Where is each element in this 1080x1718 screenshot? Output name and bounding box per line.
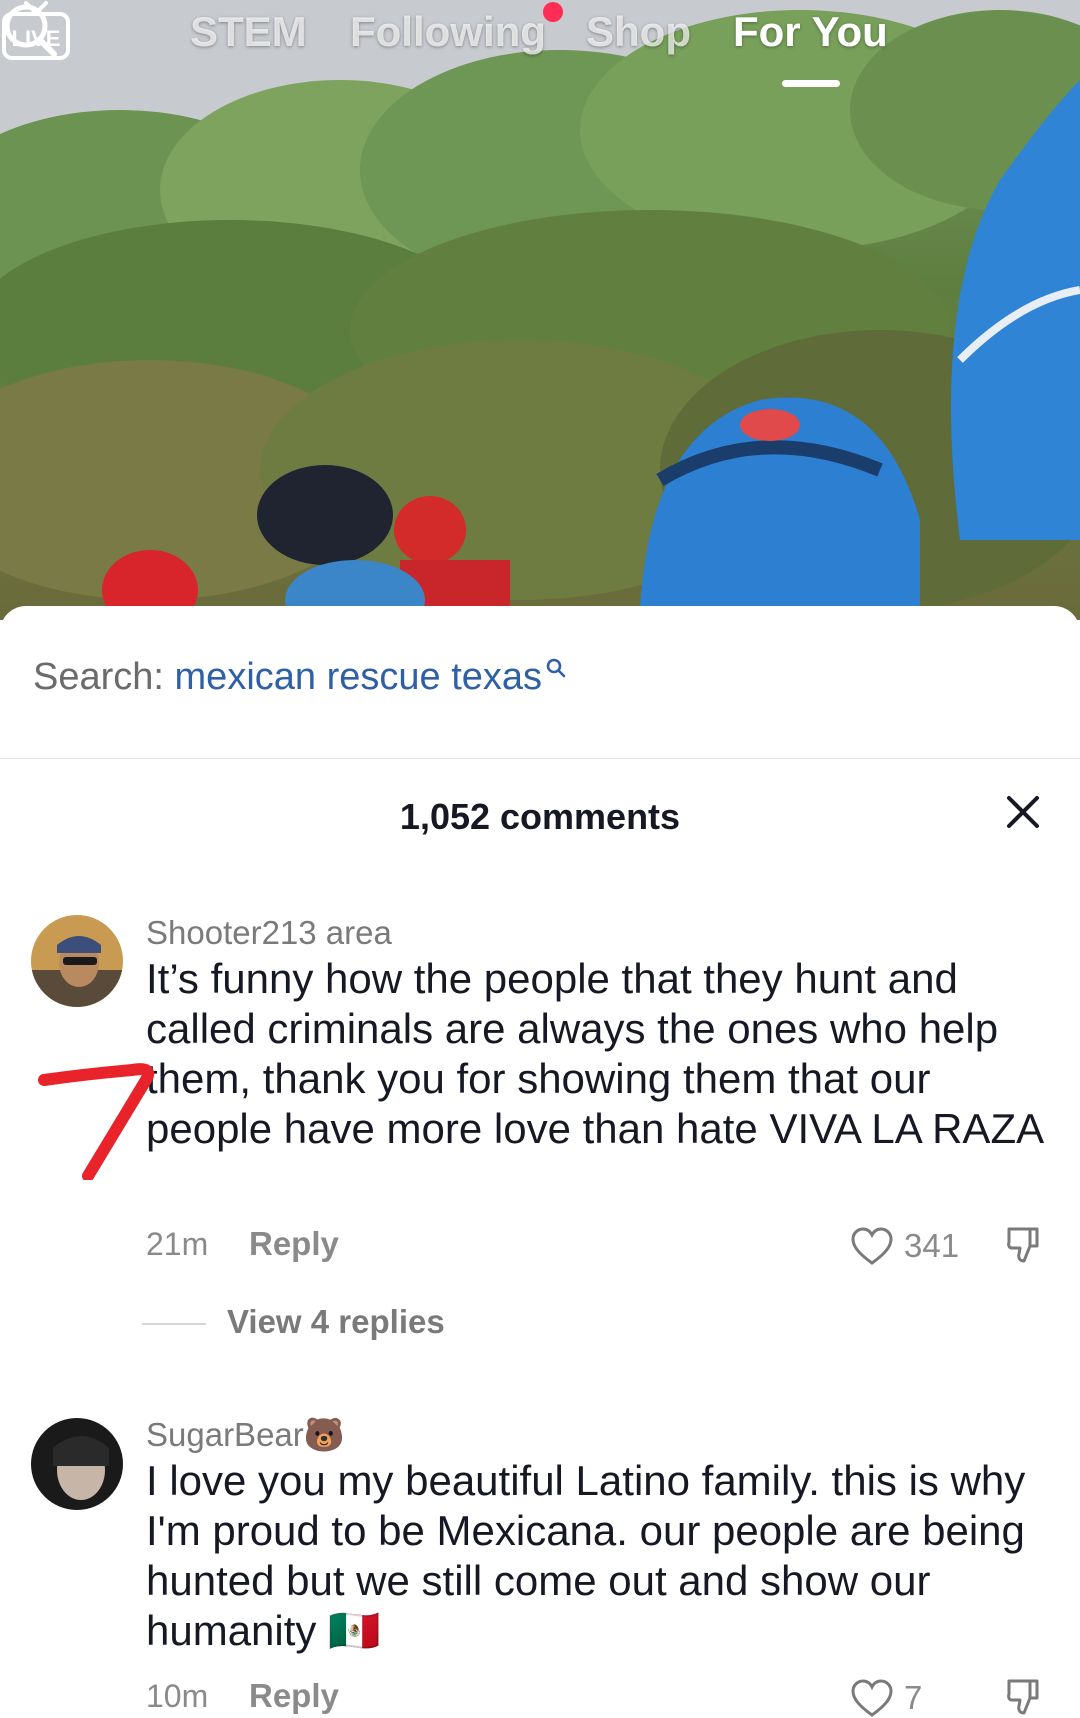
tab-following[interactable]: Following: [350, 8, 546, 56]
comment-username[interactable]: SugarBear🐻: [146, 1416, 345, 1455]
comment-text: It’s funny how the people that they hunt…: [146, 955, 1045, 1152]
red-annotation-mark: [38, 1063, 155, 1180]
active-tab-indicator: [782, 80, 840, 87]
view-replies-button[interactable]: View 4 replies: [227, 1303, 445, 1341]
avatar-image: [31, 915, 123, 1007]
dislike-icon[interactable]: [1004, 1224, 1046, 1266]
search-icon[interactable]: [0, 0, 60, 60]
avatar[interactable]: [31, 1418, 123, 1510]
tab-shop[interactable]: Shop: [586, 8, 691, 56]
replies-divider: [142, 1323, 206, 1325]
heart-icon[interactable]: [850, 1226, 894, 1266]
avatar[interactable]: [31, 915, 123, 1007]
reply-button[interactable]: Reply: [249, 1225, 339, 1263]
top-navigation: LIVE STEM Following Shop For You: [0, 0, 1080, 100]
reply-button[interactable]: Reply: [249, 1677, 339, 1715]
comment-timestamp: 10m: [146, 1678, 209, 1714]
following-notification-dot: [543, 2, 563, 22]
comment-username[interactable]: Shooter213 area: [146, 914, 392, 952]
avatar-image: [31, 1418, 123, 1510]
comments-count-title: 1,052 comments: [399, 796, 681, 837]
comment-timestamp: 21m: [146, 1226, 209, 1262]
small-search-icon: [546, 658, 566, 678]
video-background[interactable]: LIVE STEM Following Shop For You: [0, 0, 1080, 620]
close-icon[interactable]: [1003, 792, 1043, 832]
search-suggestion-prefix: Search:: [33, 656, 164, 698]
search-suggestion[interactable]: Search: mexican rescue texas: [33, 656, 568, 699]
comment-text: I love you my beautiful Latino family. t…: [146, 1457, 1026, 1654]
dislike-icon[interactable]: [1004, 1676, 1046, 1718]
search-suggestion-query[interactable]: mexican rescue texas: [175, 656, 543, 698]
tab-stem[interactable]: STEM: [190, 8, 307, 56]
tab-for-you[interactable]: For You: [733, 8, 888, 56]
like-count: 7: [904, 1679, 923, 1716]
heart-icon[interactable]: [850, 1678, 894, 1718]
like-count: 341: [904, 1227, 960, 1264]
divider: [0, 758, 1080, 759]
